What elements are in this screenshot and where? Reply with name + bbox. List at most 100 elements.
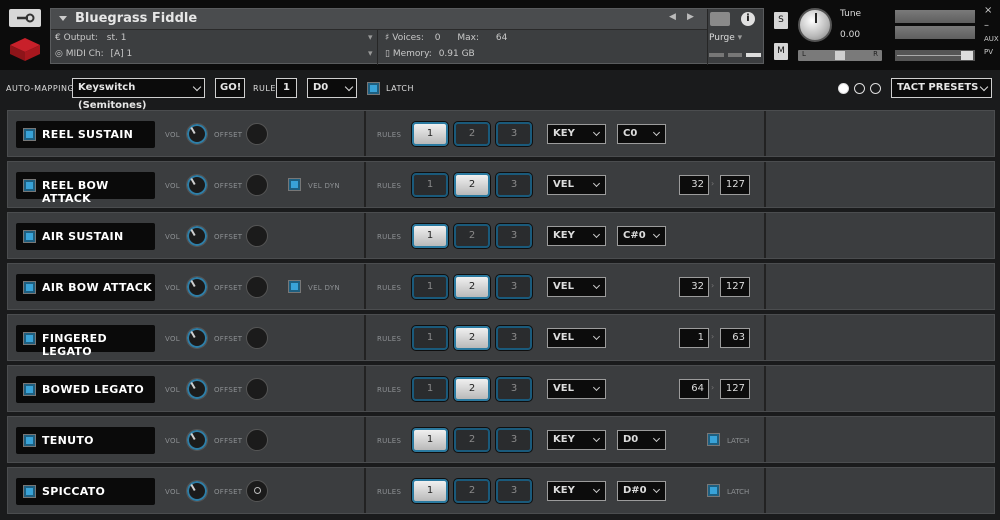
latch-checkbox[interactable] (708, 434, 719, 445)
rule-button-3[interactable]: 3 (496, 326, 532, 350)
articulation-enable-checkbox[interactable] (24, 384, 35, 395)
offset-knob[interactable] (246, 276, 268, 298)
output-row[interactable]: € Output: st. 1 (55, 33, 126, 43)
rule-button-2[interactable]: 2 (454, 224, 490, 248)
instrument-name[interactable]: Bluegrass Fiddle (75, 11, 197, 26)
vel-dyn-checkbox[interactable] (289, 179, 300, 190)
offset-knob[interactable] (246, 327, 268, 349)
collapse-arrow-icon[interactable] (59, 16, 67, 21)
offset-knob[interactable] (246, 123, 268, 145)
articulation-enable-checkbox[interactable] (24, 282, 35, 293)
volume-knob[interactable] (186, 225, 208, 247)
velocity-max-field[interactable]: 63 (720, 328, 750, 348)
articulation-name-box[interactable]: REEL SUSTAIN (16, 121, 155, 148)
close-icon[interactable]: × (984, 5, 992, 16)
trigger-mode-dropdown[interactable]: KEY (547, 226, 606, 246)
rule-button-1[interactable]: 1 (412, 479, 448, 503)
midi-dropdown-icon[interactable]: ▾ (368, 49, 373, 59)
next-instrument-icon[interactable]: ▶ (687, 12, 694, 22)
rule-button-3[interactable]: 3 (496, 377, 532, 401)
rule-button-2[interactable]: 2 (454, 326, 490, 350)
rule-button-2[interactable]: 2 (454, 428, 490, 452)
offset-knob[interactable] (246, 174, 268, 196)
minimize-icon[interactable]: – (984, 20, 989, 31)
offset-knob[interactable] (246, 225, 268, 247)
rule-button-2[interactable]: 2 (454, 275, 490, 299)
trigger-mode-dropdown[interactable]: KEY (547, 430, 606, 450)
page-dot-2[interactable] (854, 83, 865, 94)
rule-button-1[interactable]: 1 (412, 173, 448, 197)
max-voices-value[interactable]: 64 (496, 33, 507, 43)
velocity-min-field[interactable]: 64 (679, 379, 709, 399)
trigger-mode-dropdown[interactable]: VEL (547, 328, 606, 348)
articulation-name-box[interactable]: TENUTO (16, 427, 155, 454)
latch-checkbox[interactable] (708, 485, 719, 496)
key-dropdown[interactable]: C0 (617, 124, 666, 144)
solo-button[interactable]: S (774, 12, 788, 29)
purge-button[interactable]: Purge ▾ (709, 33, 742, 43)
rule-button-3[interactable]: 3 (496, 173, 532, 197)
articulation-name-box[interactable]: FINGERED LEGATO (16, 325, 155, 358)
volume-slider[interactable] (895, 50, 975, 61)
velocity-min-field[interactable]: 1 (679, 328, 709, 348)
rule-field[interactable]: 1 (276, 78, 297, 98)
key-dropdown[interactable]: C#0 (617, 226, 666, 246)
mapping-mode-dropdown[interactable]: Keyswitch (Semitones) (72, 78, 205, 111)
volume-knob[interactable] (186, 174, 208, 196)
rule-button-3[interactable]: 3 (496, 479, 532, 503)
articulation-name-box[interactable]: BOWED LEGATO (16, 376, 155, 403)
rule-button-3[interactable]: 3 (496, 122, 532, 146)
rule-button-1[interactable]: 1 (412, 122, 448, 146)
volume-knob[interactable] (186, 327, 208, 349)
trigger-mode-dropdown[interactable]: VEL (547, 175, 606, 195)
velocity-max-field[interactable]: 127 (720, 379, 750, 399)
trigger-mode-dropdown[interactable]: KEY (547, 124, 606, 144)
trigger-mode-dropdown[interactable]: VEL (547, 277, 606, 297)
rule-button-3[interactable]: 3 (496, 428, 532, 452)
key-dropdown[interactable]: D0 (617, 430, 666, 450)
volume-knob[interactable] (186, 378, 208, 400)
offset-knob[interactable] (246, 429, 268, 451)
volume-knob[interactable] (186, 429, 208, 451)
mute-button[interactable]: M (774, 43, 788, 60)
rule-button-2[interactable]: 2 (454, 173, 490, 197)
articulation-enable-checkbox[interactable] (24, 231, 35, 242)
articulation-enable-checkbox[interactable] (24, 435, 35, 446)
vel-dyn-checkbox[interactable] (289, 281, 300, 292)
rule-button-2[interactable]: 2 (454, 377, 490, 401)
key-dropdown[interactable]: D#0 (617, 481, 666, 501)
rule-button-3[interactable]: 3 (496, 275, 532, 299)
rule-button-2[interactable]: 2 (454, 122, 490, 146)
go-button[interactable]: GO! (215, 78, 245, 98)
midi-row[interactable]: ◎ MIDI Ch: [A] 1 (55, 49, 132, 59)
articulation-enable-checkbox[interactable] (24, 129, 35, 140)
articulation-name-box[interactable]: AIR BOW ATTACK (16, 274, 155, 301)
articulation-name-box[interactable]: SPICCATO (16, 478, 155, 505)
info-icon[interactable]: i (741, 12, 755, 26)
pan-handle[interactable] (835, 51, 845, 60)
rule-button-1[interactable]: 1 (412, 275, 448, 299)
volume-knob[interactable] (186, 276, 208, 298)
page-dot-3[interactable] (870, 83, 881, 94)
camera-icon[interactable] (710, 12, 730, 26)
trigger-mode-dropdown[interactable]: VEL (547, 379, 606, 399)
midi-value[interactable]: [A] 1 (111, 49, 133, 59)
offset-knob[interactable] (246, 378, 268, 400)
wrench-icon[interactable] (9, 9, 41, 27)
articulation-enable-checkbox[interactable] (24, 180, 35, 191)
articulation-enable-checkbox[interactable] (24, 486, 35, 497)
velocity-min-field[interactable]: 32 (679, 175, 709, 195)
offset-knob[interactable] (246, 480, 268, 502)
page-dot-1[interactable] (838, 83, 849, 94)
rule-button-1[interactable]: 1 (412, 224, 448, 248)
key-dropdown[interactable]: D0 (307, 78, 357, 98)
rule-button-2[interactable]: 2 (454, 479, 490, 503)
velocity-max-field[interactable]: 127 (720, 277, 750, 297)
rule-button-1[interactable]: 1 (412, 377, 448, 401)
rule-button-3[interactable]: 3 (496, 224, 532, 248)
latch-checkbox[interactable] (368, 83, 379, 94)
articulation-enable-checkbox[interactable] (24, 333, 35, 344)
rule-button-1[interactable]: 1 (412, 326, 448, 350)
pv-label[interactable]: PV (984, 48, 993, 56)
tact-presets-dropdown[interactable]: TACT PRESETS (891, 78, 992, 98)
